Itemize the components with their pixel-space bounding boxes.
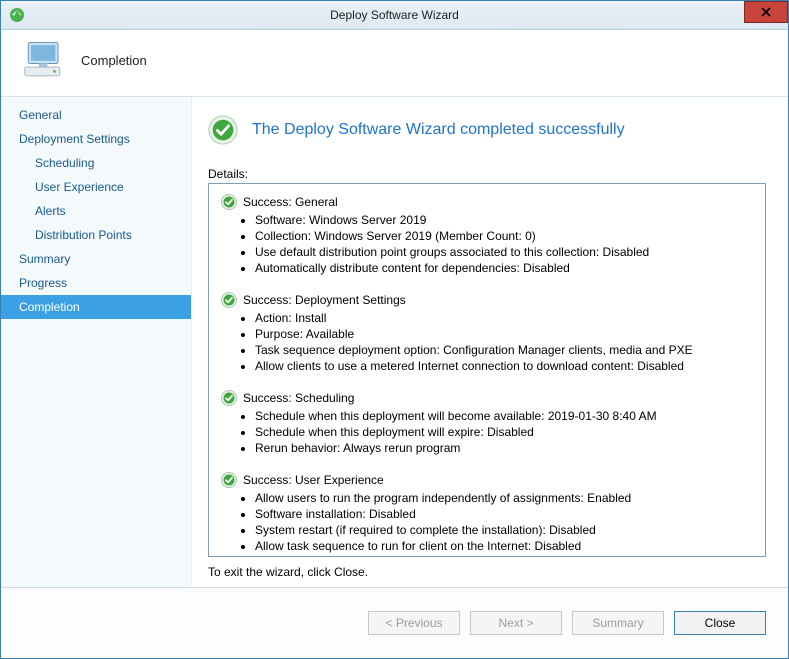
previous-button: < Previous [368, 611, 460, 635]
section-item: Collection: Windows Server 2019 (Member … [255, 228, 753, 244]
success-icon [221, 292, 237, 308]
details-section: Success: User Experience Allow users to r… [221, 472, 753, 554]
exit-hint: To exit the wizard, click Close. [208, 565, 766, 579]
main-panel: The Deploy Software Wizard completed suc… [192, 97, 788, 587]
success-icon [221, 472, 237, 488]
section-item: Allow task sequence to run for client on… [255, 538, 753, 554]
titlebar: Deploy Software Wizard [1, 1, 788, 30]
nav-item-user-experience[interactable]: User Experience [1, 175, 191, 199]
result-row: The Deploy Software Wizard completed suc… [208, 115, 766, 145]
nav-item-alerts[interactable]: Alerts [1, 199, 191, 223]
window-close-button[interactable] [744, 1, 788, 23]
section-item: Use default distribution point groups as… [255, 244, 753, 260]
section-list: Action: InstallPurpose: AvailableTask se… [221, 310, 753, 374]
details-section: Success: Scheduling Schedule when this de… [221, 390, 753, 456]
section-header: Success: General [221, 194, 753, 210]
section-title: Success: General [243, 195, 338, 209]
summary-button: Summary [572, 611, 664, 635]
section-item: Software installation: Disabled [255, 506, 753, 522]
wizard-window: Deploy Software Wizard Completion Genera… [0, 0, 789, 659]
section-item: Software: Windows Server 2019 [255, 212, 753, 228]
details-section: Success: Deployment Settings Action: Inst… [221, 292, 753, 374]
section-title: Success: User Experience [243, 473, 384, 487]
section-item: Rerun behavior: Always rerun program [255, 440, 753, 456]
section-item: Task sequence deployment option: Configu… [255, 342, 753, 358]
section-item: Allow users to run the program independe… [255, 490, 753, 506]
window-title: Deploy Software Wizard [1, 8, 788, 22]
details-section: Success: General Software: Windows Server… [221, 194, 753, 276]
section-title: Success: Scheduling [243, 391, 354, 405]
wizard-body: GeneralDeployment SettingsSchedulingUser… [1, 96, 788, 587]
section-item: System restart (if required to complete … [255, 522, 753, 538]
success-icon [221, 194, 237, 210]
section-header: Success: Scheduling [221, 390, 753, 406]
section-list: Schedule when this deployment will becom… [221, 408, 753, 456]
nav-item-summary[interactable]: Summary [1, 247, 191, 271]
success-icon [221, 390, 237, 406]
page-heading: Completion [81, 53, 147, 68]
details-label: Details: [208, 167, 766, 181]
section-item: Allow clients to use a metered Internet … [255, 358, 753, 374]
success-icon [208, 115, 238, 145]
section-header: Success: Deployment Settings [221, 292, 753, 308]
nav-item-progress[interactable]: Progress [1, 271, 191, 295]
monitor-icon [23, 40, 65, 80]
wizard-footer: < Previous Next > Summary Close [1, 587, 788, 658]
section-item: Action: Install [255, 310, 753, 326]
section-item: Purpose: Available [255, 326, 753, 342]
section-title: Success: Deployment Settings [243, 293, 406, 307]
details-box[interactable]: Success: General Software: Windows Server… [208, 183, 766, 557]
result-message: The Deploy Software Wizard completed suc… [252, 121, 625, 139]
section-header: Success: User Experience [221, 472, 753, 488]
section-item: Automatically distribute content for dep… [255, 260, 753, 276]
close-button[interactable]: Close [674, 611, 766, 635]
wizard-header: Completion [1, 30, 788, 96]
nav-item-completion[interactable]: Completion [1, 295, 191, 319]
section-list: Software: Windows Server 2019Collection:… [221, 212, 753, 276]
next-button: Next > [470, 611, 562, 635]
wizard-nav: GeneralDeployment SettingsSchedulingUser… [1, 97, 192, 587]
section-item: Schedule when this deployment will expir… [255, 424, 753, 440]
section-item: Schedule when this deployment will becom… [255, 408, 753, 424]
section-list: Allow users to run the program independe… [221, 490, 753, 554]
nav-item-scheduling[interactable]: Scheduling [1, 151, 191, 175]
nav-item-distribution-points[interactable]: Distribution Points [1, 223, 191, 247]
nav-item-general[interactable]: General [1, 103, 191, 127]
nav-item-deployment-settings[interactable]: Deployment Settings [1, 127, 191, 151]
